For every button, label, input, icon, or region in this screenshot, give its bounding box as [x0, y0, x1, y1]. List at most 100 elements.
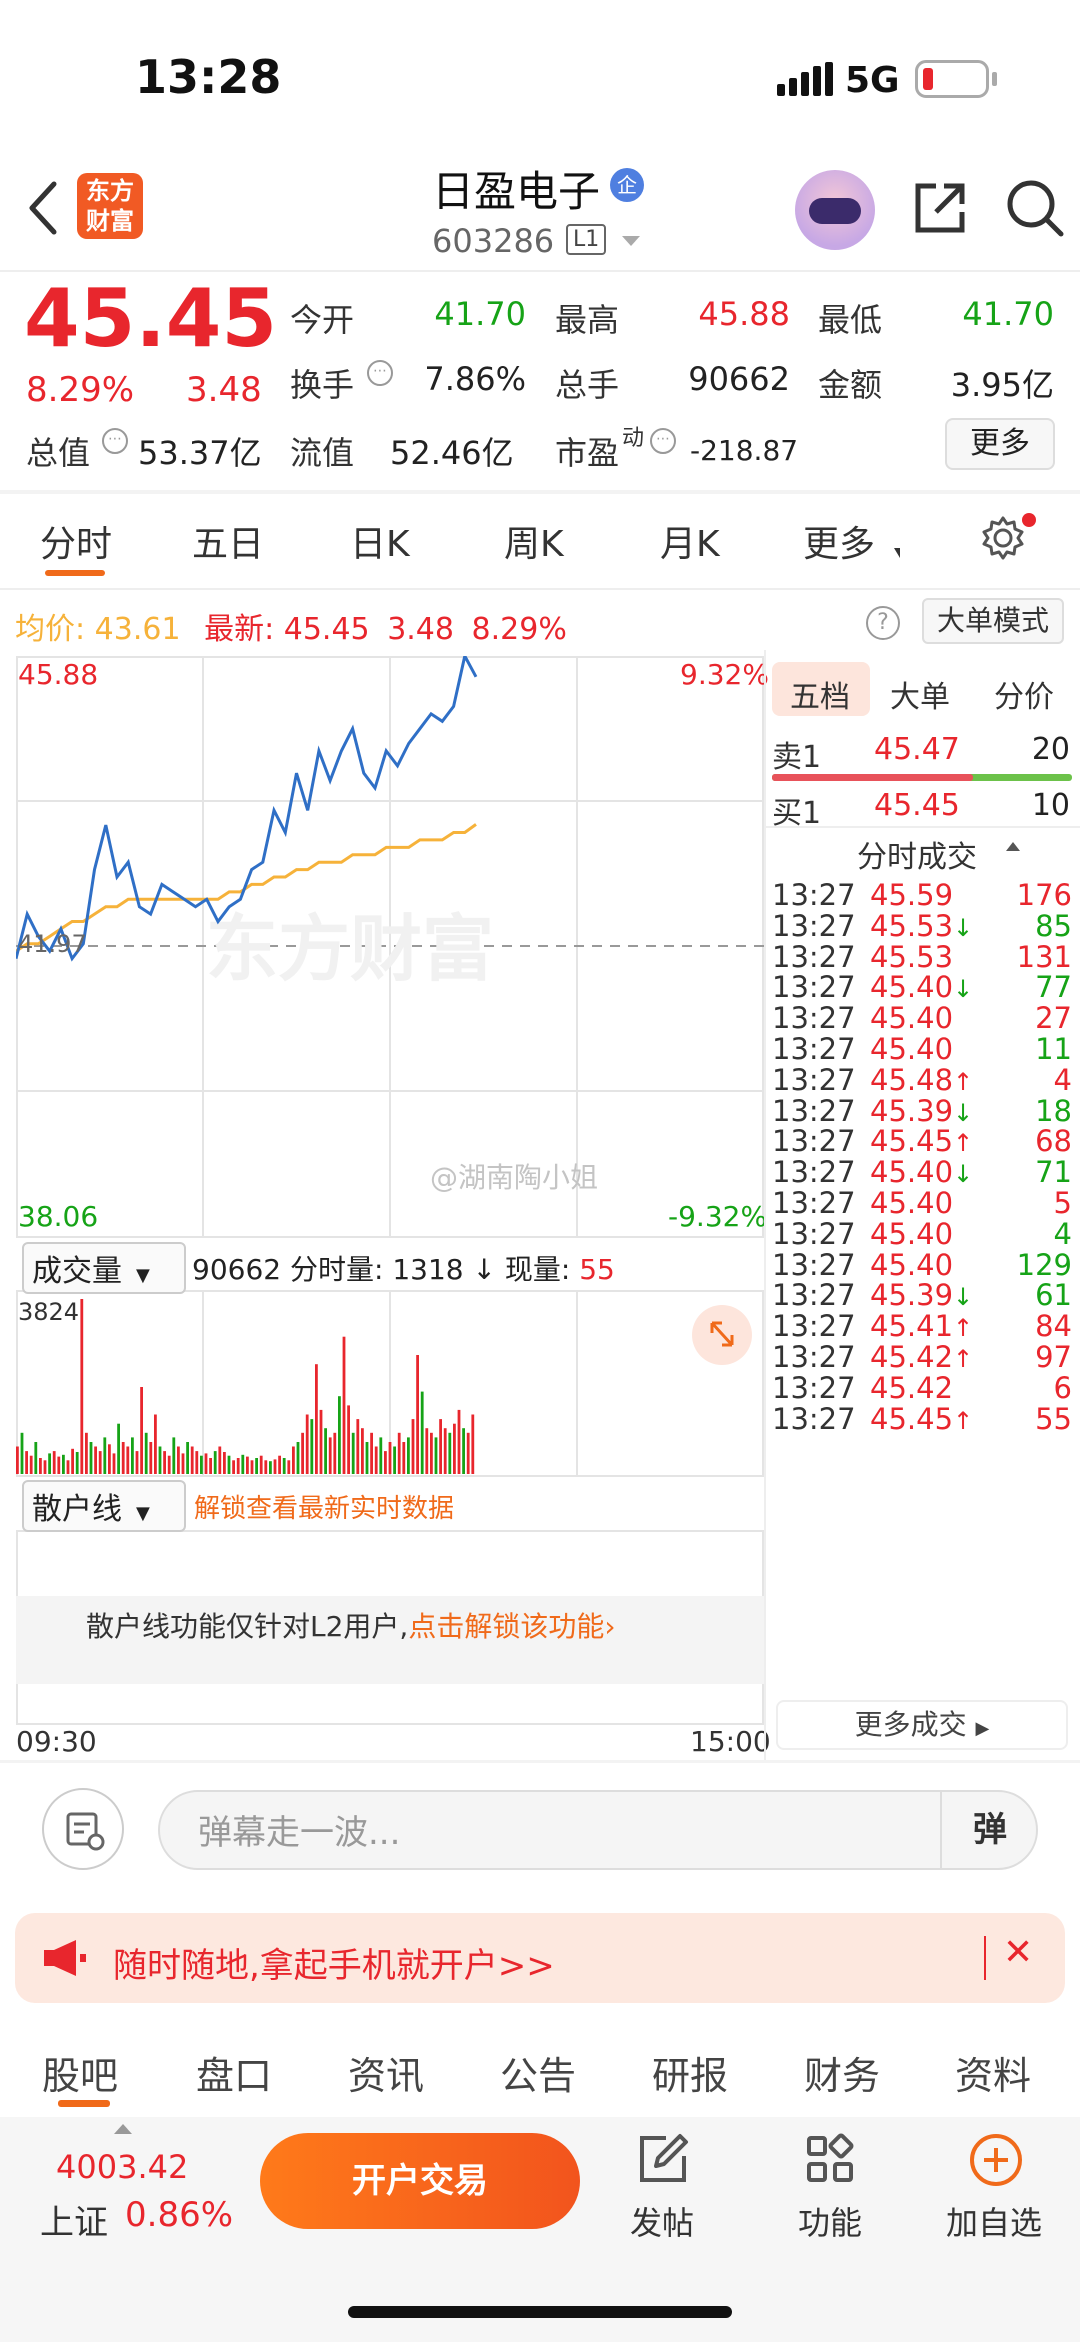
tab-price-dist[interactable]: 分价: [994, 672, 1054, 716]
expand-icon[interactable]: [692, 1305, 752, 1365]
add-watchlist-label[interactable]: 加自选: [946, 2198, 1042, 2244]
info-icon[interactable]: ⋯: [650, 428, 676, 454]
high-label: 最高: [555, 301, 620, 339]
volume-bar: [356, 1419, 360, 1474]
tab-big-orders[interactable]: 大单: [890, 672, 950, 716]
change-percent: 8.29%: [26, 370, 135, 410]
tab-weekly-k[interactable]: 周K: [504, 515, 564, 567]
volume-selector[interactable]: 成交量 ▼: [22, 1242, 186, 1294]
function-icon[interactable]: [803, 2132, 857, 2186]
trade-time: 13:27: [772, 1062, 856, 1097]
sell1-qty: 20: [1031, 732, 1070, 767]
notification-dot: [1022, 513, 1036, 527]
open-account-trade-button[interactable]: 开户交易: [260, 2133, 580, 2229]
post-icon[interactable]: [636, 2132, 690, 2186]
intraday-chart[interactable]: 东方财富: [16, 656, 764, 1756]
level-badge[interactable]: L1: [566, 224, 607, 255]
tab-more[interactable]: 更多: [803, 515, 875, 567]
tab-daily-k[interactable]: 日K: [350, 515, 410, 567]
tab-level5[interactable]: 五档: [790, 672, 850, 716]
info-icon[interactable]: ⋯: [102, 428, 128, 454]
tab-news[interactable]: 资讯: [348, 2045, 424, 2100]
volume-bar: [149, 1442, 153, 1474]
volume-bar: [117, 1423, 120, 1474]
trade-price: 45.42↑: [870, 1340, 974, 1374]
trades-title[interactable]: 分时成交: [857, 832, 977, 876]
trade-qty: 27: [1035, 1001, 1072, 1036]
index-percent[interactable]: 0.86%: [125, 2195, 233, 2235]
volume-bar: [121, 1442, 125, 1474]
stock-name: 日盈电子: [432, 167, 601, 216]
chart-bottom-pct: -9.32%: [668, 1200, 768, 1233]
volume-bar: [259, 1455, 263, 1474]
volume-bar: [112, 1453, 116, 1474]
volume-bar: [75, 1452, 79, 1474]
tab-finance[interactable]: 财务: [804, 2045, 880, 2100]
float-value: 52.46亿: [390, 434, 514, 472]
volume-bar: [204, 1453, 208, 1474]
volume-bar: [241, 1454, 245, 1474]
trade-time: 13:27: [772, 1340, 856, 1374]
unlock-link[interactable]: 点击解锁该功能: [408, 1610, 604, 1643]
amount-value: 3.95亿: [950, 366, 1054, 404]
tab-announcements[interactable]: 公告: [500, 2045, 576, 2100]
banner-text[interactable]: 随时随地,拿起手机就开户>>: [113, 1938, 555, 1987]
index-name[interactable]: 上证: [40, 2195, 108, 2244]
app-logo: 东方 财富: [77, 173, 143, 239]
search-icon[interactable]: [1003, 176, 1067, 240]
network-type: 5G: [845, 60, 900, 101]
add-watchlist-icon[interactable]: [968, 2132, 1024, 2188]
help-icon[interactable]: ?: [866, 606, 900, 640]
trade-time: 13:27: [772, 908, 856, 943]
big-order-mode-button[interactable]: 大单模式: [922, 598, 1064, 644]
tab-research[interactable]: 研报: [652, 2045, 728, 2100]
chart-bottom-price: 38.06: [18, 1200, 99, 1233]
mktcap-label: 总值: [26, 434, 91, 472]
volume-bar: [457, 1409, 461, 1474]
function-label[interactable]: 功能: [798, 2198, 862, 2244]
robot-avatar[interactable]: [795, 170, 875, 250]
tab-pankou[interactable]: 盘口: [196, 2045, 272, 2100]
volume-bar: [57, 1456, 61, 1474]
volume-bar: [177, 1446, 180, 1474]
tab-5day[interactable]: 五日: [192, 515, 264, 567]
tab-monthly-k[interactable]: 月K: [660, 515, 720, 567]
volume-bar: [126, 1446, 130, 1474]
trade-qty: 18: [1035, 1093, 1072, 1128]
divider: [766, 826, 1080, 828]
triangle-icon: [894, 548, 900, 558]
close-icon[interactable]: ✕: [1003, 1932, 1033, 1973]
post-label[interactable]: 发帖: [630, 2198, 694, 2244]
index-value[interactable]: 4003.42: [56, 2148, 188, 2186]
trade-qty: 85: [1035, 908, 1072, 943]
volume-bar: [163, 1451, 166, 1474]
volume-bar: [48, 1453, 51, 1474]
volume-bar: [319, 1409, 323, 1474]
danmaku-toggle-button[interactable]: 弹: [940, 1790, 1038, 1870]
trade-qty: 68: [1035, 1124, 1072, 1159]
tab-intraday[interactable]: 分时: [40, 515, 112, 567]
volume-label: 总手: [555, 366, 620, 404]
tab-profile[interactable]: 资料: [955, 2045, 1031, 2100]
change-amount: 3.48: [186, 370, 262, 410]
trade-qty: 176: [1016, 878, 1072, 912]
back-icon[interactable]: [24, 178, 64, 238]
chart-mid-price: 41.97: [18, 930, 87, 958]
sort-up-icon[interactable]: [1006, 842, 1020, 851]
expand-up-icon[interactable]: [114, 2124, 132, 2134]
comment-list-icon[interactable]: [42, 1788, 124, 1870]
chevron-down-icon[interactable]: [622, 236, 640, 246]
info-icon[interactable]: ⋯: [367, 360, 393, 386]
share-icon[interactable]: [910, 178, 970, 238]
volume-bar: [370, 1432, 373, 1474]
more-trades-button[interactable]: 更多成交 ▶: [776, 1700, 1068, 1750]
volume-bar: [167, 1455, 171, 1474]
volume-bar: [250, 1460, 254, 1474]
settings-icon[interactable]: [980, 515, 1026, 561]
retail-selector[interactable]: 散户线 ▼: [22, 1480, 186, 1532]
unlock-hint[interactable]: 解锁查看最新实时数据: [194, 1488, 454, 1525]
volume-bar: [232, 1460, 235, 1474]
more-button[interactable]: 更多: [945, 418, 1055, 470]
buy1-price: 45.45: [874, 788, 960, 823]
tab-guba[interactable]: 股吧: [42, 2045, 118, 2100]
